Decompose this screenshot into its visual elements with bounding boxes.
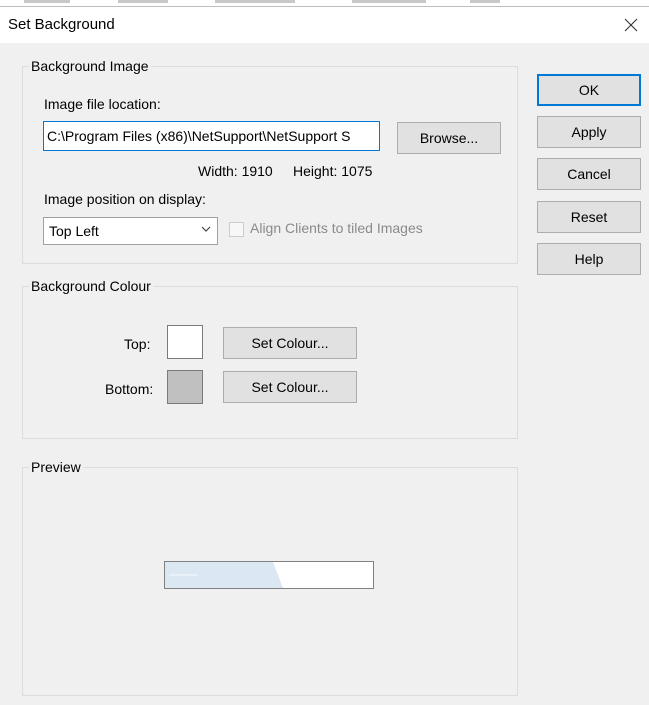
set-background-dialog: Set Background Background Image Image fi…	[0, 6, 649, 705]
background-colour-group: Background Colour	[22, 278, 518, 439]
background-colour-group-title: Background Colour	[29, 278, 153, 294]
ok-button[interactable]: OK	[537, 74, 641, 106]
image-height-text: Height: 1075	[293, 163, 373, 179]
bottom-colour-swatch	[167, 370, 203, 404]
window-title: Set Background	[8, 16, 115, 33]
align-clients-label: Align Clients to tiled Images	[250, 220, 423, 236]
preview-group-title: Preview	[29, 459, 83, 475]
image-position-select[interactable]: Top Left	[43, 217, 218, 245]
preview-wallpaper-thumbnail	[165, 562, 283, 588]
close-button[interactable]	[613, 7, 649, 43]
top-set-colour-button[interactable]: Set Colour...	[223, 327, 357, 359]
cancel-button[interactable]: Cancel	[537, 158, 641, 190]
image-file-location-input[interactable]	[43, 121, 380, 151]
bottom-colour-label: Bottom:	[105, 381, 154, 397]
image-position-value: Top Left	[49, 223, 99, 239]
help-button[interactable]: Help	[537, 243, 641, 275]
reset-button[interactable]: Reset	[537, 201, 641, 233]
bottom-set-colour-button[interactable]: Set Colour...	[223, 371, 357, 403]
close-icon	[624, 18, 638, 32]
align-clients-checkbox[interactable]	[229, 222, 244, 237]
image-position-label: Image position on display:	[44, 191, 206, 207]
title-bar: Set Background	[0, 7, 649, 43]
top-colour-label: Top:	[124, 336, 151, 352]
image-file-location-label: Image file location:	[44, 96, 161, 112]
image-width-text: Width: 1910	[198, 163, 273, 179]
browse-button[interactable]: Browse...	[397, 122, 501, 154]
apply-button[interactable]: Apply	[537, 116, 641, 148]
background-image-group-title: Background Image	[29, 58, 151, 74]
chevron-down-icon	[201, 226, 211, 232]
background-preview	[164, 561, 374, 589]
top-colour-swatch	[167, 325, 203, 359]
